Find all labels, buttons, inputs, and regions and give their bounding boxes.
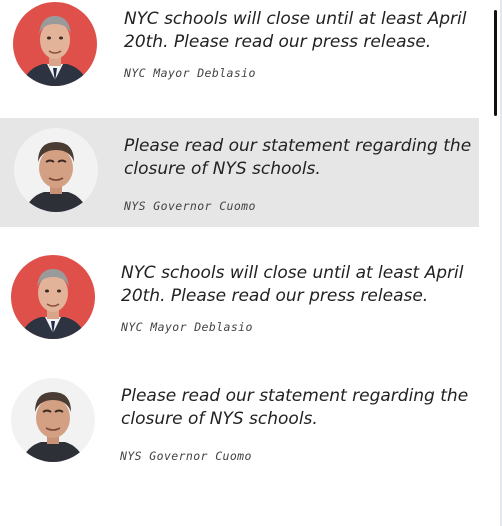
feed-item[interactable]: Please read our statement regarding the … [0, 356, 479, 476]
author-name: NYS Governor Cuomo [124, 199, 256, 213]
statement-text: NYC schools will close until at least Ap… [121, 263, 464, 306]
scrollbar-thumb[interactable] [494, 10, 497, 116]
feed-item[interactable]: NYC schools will close until at least Ap… [0, 233, 479, 350]
author-name: NYC Mayor Deblasio [121, 320, 253, 334]
cuomo-avatar [11, 378, 95, 462]
cuomo-avatar [14, 128, 98, 212]
deblasio-avatar [13, 2, 97, 86]
statement-feed-page: NYC schools will close until at least Ap… [0, 0, 502, 526]
statement-text: Please read our statement regarding the … [124, 136, 472, 179]
author-name: NYC Mayor Deblasio [124, 66, 256, 80]
feed-item[interactable]: Please read our statement regarding the … [0, 118, 479, 227]
statement-text: Please read our statement regarding the … [121, 386, 469, 429]
author-name: NYS Governor Cuomo [120, 449, 252, 463]
feed-item[interactable]: NYC schools will close until at least Ap… [0, 0, 479, 112]
deblasio-avatar [11, 255, 95, 339]
statement-text: NYC schools will close until at least Ap… [124, 9, 467, 52]
